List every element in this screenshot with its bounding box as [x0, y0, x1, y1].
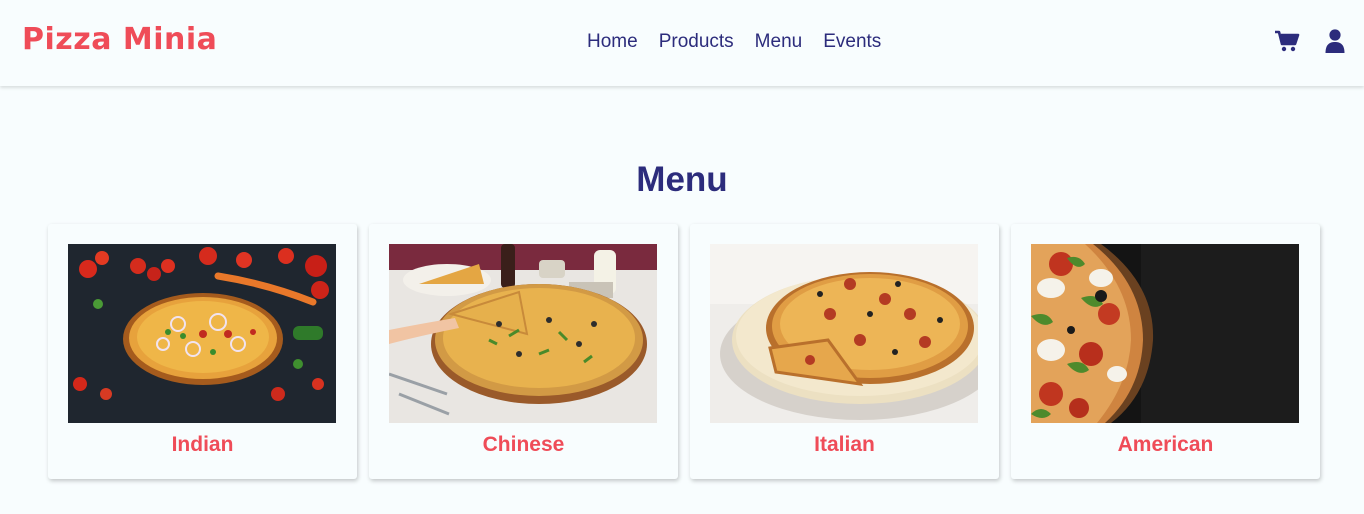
- menu-heading: Menu: [636, 160, 728, 199]
- italian-pizza-image: [710, 244, 978, 423]
- nav-icons: [1274, 29, 1348, 53]
- card-label: Chinese: [482, 433, 565, 456]
- nav-link-menu[interactable]: Menu: [755, 31, 803, 53]
- menu-card-chinese[interactable]: Chinese: [369, 224, 678, 479]
- menu-card-american[interactable]: American: [1011, 224, 1320, 479]
- shopping-cart-icon[interactable]: [1274, 29, 1300, 53]
- nav-links: Home Products Menu Events: [587, 31, 881, 53]
- nav-link-home[interactable]: Home: [587, 31, 638, 53]
- chinese-pizza-image: [389, 244, 657, 423]
- brand-logo[interactable]: Pizza Minia: [22, 22, 217, 57]
- card-label: American: [1117, 433, 1214, 456]
- user-icon[interactable]: [1322, 29, 1348, 53]
- indian-pizza-image: [68, 244, 336, 423]
- nav-link-products[interactable]: Products: [659, 31, 734, 53]
- menu-card-indian[interactable]: Indian: [48, 224, 357, 479]
- menu-card-italian[interactable]: Italian: [690, 224, 999, 479]
- card-label: Indian: [171, 433, 234, 456]
- navbar: Pizza Minia Home Products Menu Events: [0, 0, 1364, 86]
- card-label: Italian: [814, 433, 875, 456]
- american-pizza-image: [1031, 244, 1299, 423]
- nav-link-events[interactable]: Events: [823, 31, 881, 53]
